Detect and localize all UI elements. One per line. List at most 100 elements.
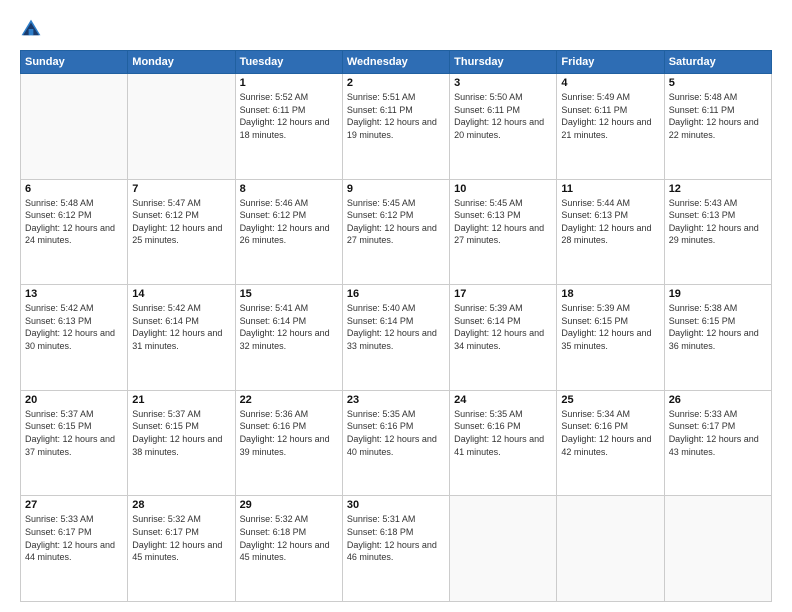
calendar-cell: 2 Sunrise: 5:51 AMSunset: 6:11 PMDaylight… (342, 74, 449, 180)
day-number: 7 (132, 183, 230, 195)
calendar-cell: 4 Sunrise: 5:49 AMSunset: 6:11 PMDaylight… (557, 74, 664, 180)
calendar-header-monday: Monday (128, 51, 235, 74)
day-number: 20 (25, 394, 123, 406)
day-number: 22 (240, 394, 338, 406)
calendar-week-1: 1Sunrise: 5:52 AMSunset: 6:11 PMDaylight… (21, 74, 772, 180)
day-info: Sunrise: 5:45 AMSunset: 6:12 PMDaylight:… (347, 197, 445, 247)
day-number: 21 (132, 394, 230, 406)
day-info: Sunrise: 5:42 AMSunset: 6:14 PMDaylight:… (132, 302, 230, 352)
day-number: 2 (347, 77, 445, 89)
calendar-cell (450, 496, 557, 602)
day-number: 13 (25, 288, 123, 300)
day-info: Sunrise: 5:42 AMSunset: 6:13 PMDaylight:… (25, 302, 123, 352)
day-number: 30 (347, 499, 445, 511)
calendar-cell: 23Sunrise: 5:35 AMSunset: 6:16 PMDayligh… (342, 390, 449, 496)
calendar-cell: 14 Sunrise: 5:42 AMSunset: 6:14 PMDayligh… (128, 285, 235, 391)
calendar-cell (557, 496, 664, 602)
calendar-cell: 12 Sunrise: 5:43 AMSunset: 6:13 PMDayligh… (664, 179, 771, 285)
day-info: Sunrise: 5:48 AMSunset: 6:11 PMDaylight:… (669, 91, 767, 141)
day-info: Sunrise: 5:35 AMSunset: 6:16 PMDaylight:… (347, 408, 445, 458)
day-info: Sunrise: 5:36 AMSunset: 6:16 PMDaylight:… (240, 408, 338, 458)
day-info: Sunrise: 5:37 AMSunset: 6:15 PMDaylight:… (25, 408, 123, 458)
day-info: Sunrise: 5:46 AMSunset: 6:12 PMDaylight:… (240, 197, 338, 247)
calendar-cell: 5 Sunrise: 5:48 AMSunset: 6:11 PMDaylight… (664, 74, 771, 180)
day-info: Sunrise: 5:43 AMSunset: 6:13 PMDaylight:… (669, 197, 767, 247)
day-number: 8 (240, 183, 338, 195)
calendar-cell: 16 Sunrise: 5:40 AMSunset: 6:14 PMDayligh… (342, 285, 449, 391)
logo-icon (20, 18, 42, 40)
header (20, 18, 772, 40)
calendar-week-3: 13 Sunrise: 5:42 AMSunset: 6:13 PMDayligh… (21, 285, 772, 391)
day-number: 6 (25, 183, 123, 195)
day-info: Sunrise: 5:48 AMSunset: 6:12 PMDaylight:… (25, 197, 123, 247)
calendar-header-tuesday: Tuesday (235, 51, 342, 74)
day-number: 17 (454, 288, 552, 300)
day-number: 15 (240, 288, 338, 300)
day-number: 5 (669, 77, 767, 89)
day-info: Sunrise: 5:44 AMSunset: 6:13 PMDaylight:… (561, 197, 659, 247)
day-number: 29 (240, 499, 338, 511)
day-number: 16 (347, 288, 445, 300)
day-number: 10 (454, 183, 552, 195)
calendar-header-sunday: Sunday (21, 51, 128, 74)
calendar-cell: 11 Sunrise: 5:44 AMSunset: 6:13 PMDayligh… (557, 179, 664, 285)
day-info: Sunrise: 5:45 AMSunset: 6:13 PMDaylight:… (454, 197, 552, 247)
day-info: Sunrise: 5:34 AMSunset: 6:16 PMDaylight:… (561, 408, 659, 458)
calendar-cell: 7 Sunrise: 5:47 AMSunset: 6:12 PMDaylight… (128, 179, 235, 285)
calendar-cell: 25 Sunrise: 5:34 AMSunset: 6:16 PMDayligh… (557, 390, 664, 496)
day-number: 12 (669, 183, 767, 195)
calendar-cell: 15Sunrise: 5:41 AMSunset: 6:14 PMDayligh… (235, 285, 342, 391)
calendar-cell (21, 74, 128, 180)
day-info: Sunrise: 5:37 AMSunset: 6:15 PMDaylight:… (132, 408, 230, 458)
calendar-header-wednesday: Wednesday (342, 51, 449, 74)
calendar-cell: 3 Sunrise: 5:50 AMSunset: 6:11 PMDaylight… (450, 74, 557, 180)
calendar-cell: 21 Sunrise: 5:37 AMSunset: 6:15 PMDayligh… (128, 390, 235, 496)
day-number: 11 (561, 183, 659, 195)
day-info: Sunrise: 5:31 AMSunset: 6:18 PMDaylight:… (347, 513, 445, 563)
day-number: 3 (454, 77, 552, 89)
day-info: Sunrise: 5:49 AMSunset: 6:11 PMDaylight:… (561, 91, 659, 141)
day-number: 28 (132, 499, 230, 511)
calendar-cell: 26 Sunrise: 5:33 AMSunset: 6:17 PMDayligh… (664, 390, 771, 496)
day-number: 24 (454, 394, 552, 406)
calendar-cell: 10 Sunrise: 5:45 AMSunset: 6:13 PMDayligh… (450, 179, 557, 285)
calendar-cell: 27 Sunrise: 5:33 AMSunset: 6:17 PMDayligh… (21, 496, 128, 602)
calendar-cell: 24Sunrise: 5:35 AMSunset: 6:16 PMDayligh… (450, 390, 557, 496)
calendar-cell: 17Sunrise: 5:39 AMSunset: 6:14 PMDayligh… (450, 285, 557, 391)
day-number: 19 (669, 288, 767, 300)
calendar-cell: 18 Sunrise: 5:39 AMSunset: 6:15 PMDayligh… (557, 285, 664, 391)
day-info: Sunrise: 5:50 AMSunset: 6:11 PMDaylight:… (454, 91, 552, 141)
day-number: 4 (561, 77, 659, 89)
calendar-cell: 20 Sunrise: 5:37 AMSunset: 6:15 PMDayligh… (21, 390, 128, 496)
day-info: Sunrise: 5:33 AMSunset: 6:17 PMDaylight:… (669, 408, 767, 458)
day-info: Sunrise: 5:39 AMSunset: 6:15 PMDaylight:… (561, 302, 659, 352)
calendar-week-5: 27 Sunrise: 5:33 AMSunset: 6:17 PMDayligh… (21, 496, 772, 602)
day-number: 18 (561, 288, 659, 300)
day-info: Sunrise: 5:32 AMSunset: 6:18 PMDaylight:… (240, 513, 338, 563)
calendar-week-4: 20 Sunrise: 5:37 AMSunset: 6:15 PMDayligh… (21, 390, 772, 496)
calendar-header-row: SundayMondayTuesdayWednesdayThursdayFrid… (21, 51, 772, 74)
day-number: 14 (132, 288, 230, 300)
calendar-table: SundayMondayTuesdayWednesdayThursdayFrid… (20, 50, 772, 602)
calendar-cell: 30 Sunrise: 5:31 AMSunset: 6:18 PMDayligh… (342, 496, 449, 602)
day-info: Sunrise: 5:33 AMSunset: 6:17 PMDaylight:… (25, 513, 123, 563)
calendar-cell: 9 Sunrise: 5:45 AMSunset: 6:12 PMDaylight… (342, 179, 449, 285)
day-info: Sunrise: 5:32 AMSunset: 6:17 PMDaylight:… (132, 513, 230, 563)
page: SundayMondayTuesdayWednesdayThursdayFrid… (0, 0, 792, 612)
calendar-header-saturday: Saturday (664, 51, 771, 74)
day-info: Sunrise: 5:51 AMSunset: 6:11 PMDaylight:… (347, 91, 445, 141)
day-number: 9 (347, 183, 445, 195)
logo (20, 18, 46, 40)
day-info: Sunrise: 5:40 AMSunset: 6:14 PMDaylight:… (347, 302, 445, 352)
calendar-cell: 29 Sunrise: 5:32 AMSunset: 6:18 PMDayligh… (235, 496, 342, 602)
day-number: 25 (561, 394, 659, 406)
day-info: Sunrise: 5:47 AMSunset: 6:12 PMDaylight:… (132, 197, 230, 247)
calendar-header-friday: Friday (557, 51, 664, 74)
calendar-cell: 1Sunrise: 5:52 AMSunset: 6:11 PMDaylight… (235, 74, 342, 180)
day-number: 27 (25, 499, 123, 511)
calendar-cell: 13 Sunrise: 5:42 AMSunset: 6:13 PMDayligh… (21, 285, 128, 391)
calendar-cell: 19 Sunrise: 5:38 AMSunset: 6:15 PMDayligh… (664, 285, 771, 391)
day-number: 26 (669, 394, 767, 406)
calendar-cell: 8 Sunrise: 5:46 AMSunset: 6:12 PMDaylight… (235, 179, 342, 285)
day-info: Sunrise: 5:38 AMSunset: 6:15 PMDaylight:… (669, 302, 767, 352)
